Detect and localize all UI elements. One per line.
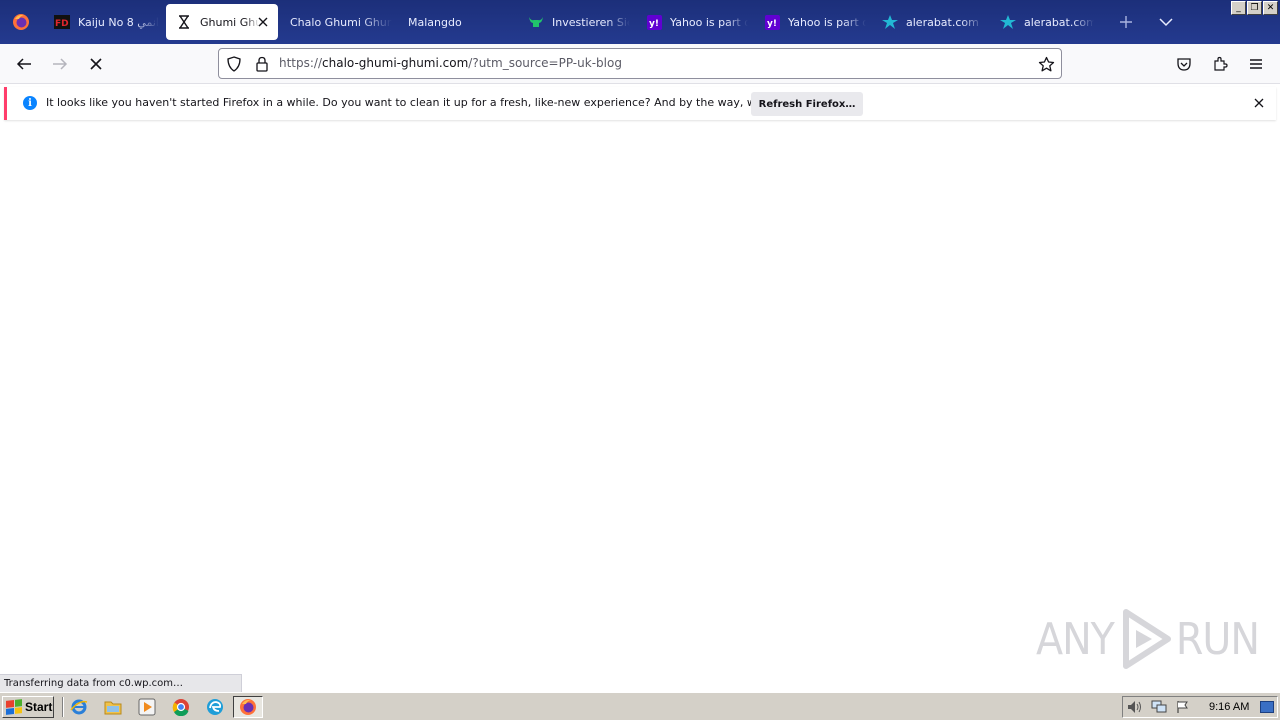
watermark-left-text: ANY [1036, 613, 1115, 665]
alerabat-icon [882, 14, 898, 30]
tab-title: Chalo Ghumi Ghumi [290, 15, 392, 29]
play-logo-icon [1122, 609, 1171, 669]
pocket-icon [1177, 58, 1191, 71]
alerabat-icon [1000, 14, 1016, 30]
tab-malangdo[interactable]: Malangdo [398, 4, 510, 40]
watermark-right-text: RUN [1175, 613, 1260, 665]
firefox-taskbar-button[interactable] [233, 696, 263, 718]
url-host: chalo-ghumi-ghumi.com [322, 56, 469, 70]
tab-strip: FD Kaiju No 8 انمي Ghumi Ghumi Chalo Ghu… [0, 0, 1280, 44]
tab-ghumi-active[interactable]: Ghumi Ghumi [166, 4, 278, 40]
refresh-firefox-notification: i It looks like you haven't started Fire… [4, 87, 1276, 120]
tab-kaiju[interactable]: FD Kaiju No 8 انمي [44, 4, 164, 40]
window-close-button[interactable]: ✕ [1263, 1, 1278, 15]
stop-icon [90, 58, 102, 70]
shield-icon[interactable] [225, 55, 243, 73]
close-notification-button[interactable] [1251, 95, 1267, 111]
hamburger-menu-icon [1250, 59, 1262, 69]
svg-text:FD: FD [55, 19, 69, 29]
app-menu-button[interactable] [1244, 52, 1268, 76]
svg-text:y!: y! [767, 19, 777, 29]
lock-icon[interactable] [253, 55, 271, 73]
restore-button[interactable]: ❐ [1247, 1, 1262, 15]
url-path: /?utm_source=PP-uk-blog [468, 56, 622, 70]
tab-chalo[interactable]: Chalo Ghumi Ghumi [280, 4, 392, 40]
arrow-right-icon [53, 58, 68, 70]
stop-loading-button[interactable] [84, 52, 108, 76]
media-player-icon[interactable] [136, 697, 158, 717]
pocket-button[interactable] [1172, 52, 1196, 76]
chrome-icon[interactable] [170, 697, 192, 717]
taskbar-separator [62, 697, 64, 717]
arrow-left-icon [16, 58, 31, 70]
tab-title: Yahoo is part of [670, 15, 748, 29]
hourglass-icon [176, 14, 192, 30]
back-button[interactable] [12, 52, 36, 76]
system-tray: 9:16 AM [1122, 696, 1278, 718]
puzzle-icon [1214, 56, 1228, 71]
tab-title: Investieren Sie [552, 15, 630, 29]
yahoo-icon: y! [646, 14, 662, 30]
tab-alerabat-2[interactable]: alerabat.com | [990, 4, 1094, 40]
tab-investieren[interactable]: Investieren Sie [518, 4, 630, 40]
file-explorer-icon[interactable] [102, 697, 124, 717]
tab-yahoo-2[interactable]: y! Yahoo is part of [754, 4, 866, 40]
extensions-button[interactable] [1208, 52, 1232, 76]
start-label: Start [25, 700, 53, 714]
show-desktop-icon[interactable] [1259, 700, 1275, 714]
firefox-icon [13, 14, 29, 30]
svg-text:y!: y! [649, 19, 659, 29]
new-tab-button[interactable] [1116, 12, 1136, 32]
tab-title: Malangdo [408, 15, 462, 29]
status-panel: Transferring data from c0.wp.com… [0, 674, 242, 692]
list-all-tabs-button[interactable] [1157, 13, 1175, 31]
window-controls: _ ❐ ✕ [1231, 1, 1278, 15]
plus-icon [1120, 16, 1132, 28]
action-center-flag-icon[interactable] [1175, 700, 1191, 714]
windows-logo-icon [6, 699, 22, 715]
navigation-toolbar: https://chalo-ghumi-ghumi.com/?utm_sourc… [0, 44, 1280, 84]
notification-message: It looks like you haven't started Firefo… [46, 96, 830, 109]
tab-alerabat-1[interactable]: alerabat.com | [872, 4, 984, 40]
internet-explorer-icon[interactable] [68, 697, 90, 717]
page-content-area[interactable] [0, 125, 1280, 692]
address-bar[interactable]: https://chalo-ghumi-ghumi.com/?utm_sourc… [218, 48, 1062, 79]
close-icon [1254, 98, 1264, 108]
info-icon: i [23, 96, 37, 110]
url-text[interactable]: https://chalo-ghumi-ghumi.com/?utm_sourc… [279, 56, 622, 70]
fd-logo-icon: FD [54, 14, 70, 30]
anyrun-watermark: ANY RUN [1036, 608, 1260, 670]
chevron-down-icon [1159, 18, 1173, 27]
yahoo-icon: y! [764, 14, 780, 30]
edge-icon[interactable] [204, 697, 226, 717]
url-scheme: https:// [279, 56, 323, 70]
minimize-button[interactable]: _ [1231, 1, 1246, 15]
close-tab-icon[interactable] [254, 13, 272, 31]
tab-title: Ghumi Ghumi [200, 15, 260, 29]
firefox-icon [240, 699, 256, 715]
tab-yahoo-1[interactable]: y! Yahoo is part of [636, 4, 748, 40]
refresh-firefox-button[interactable]: Refresh Firefox… [751, 92, 863, 116]
tab-title: alerabat.com | [1024, 15, 1094, 29]
volume-icon[interactable] [1127, 700, 1143, 714]
windows-taskbar: Start 9:16 AM [0, 692, 1280, 720]
tab-title: Kaiju No 8 انمي [78, 15, 159, 29]
start-button[interactable]: Start [2, 696, 54, 718]
tab-title: alerabat.com | [906, 15, 984, 29]
firefox-view-button[interactable] [0, 0, 42, 44]
forward-button[interactable] [48, 52, 72, 76]
clock[interactable]: 9:16 AM [1209, 701, 1249, 713]
bookmark-star-icon[interactable] [1037, 55, 1055, 73]
bull-icon [528, 14, 544, 30]
network-icon[interactable] [1151, 700, 1167, 714]
tab-title: Yahoo is part of [788, 15, 866, 29]
